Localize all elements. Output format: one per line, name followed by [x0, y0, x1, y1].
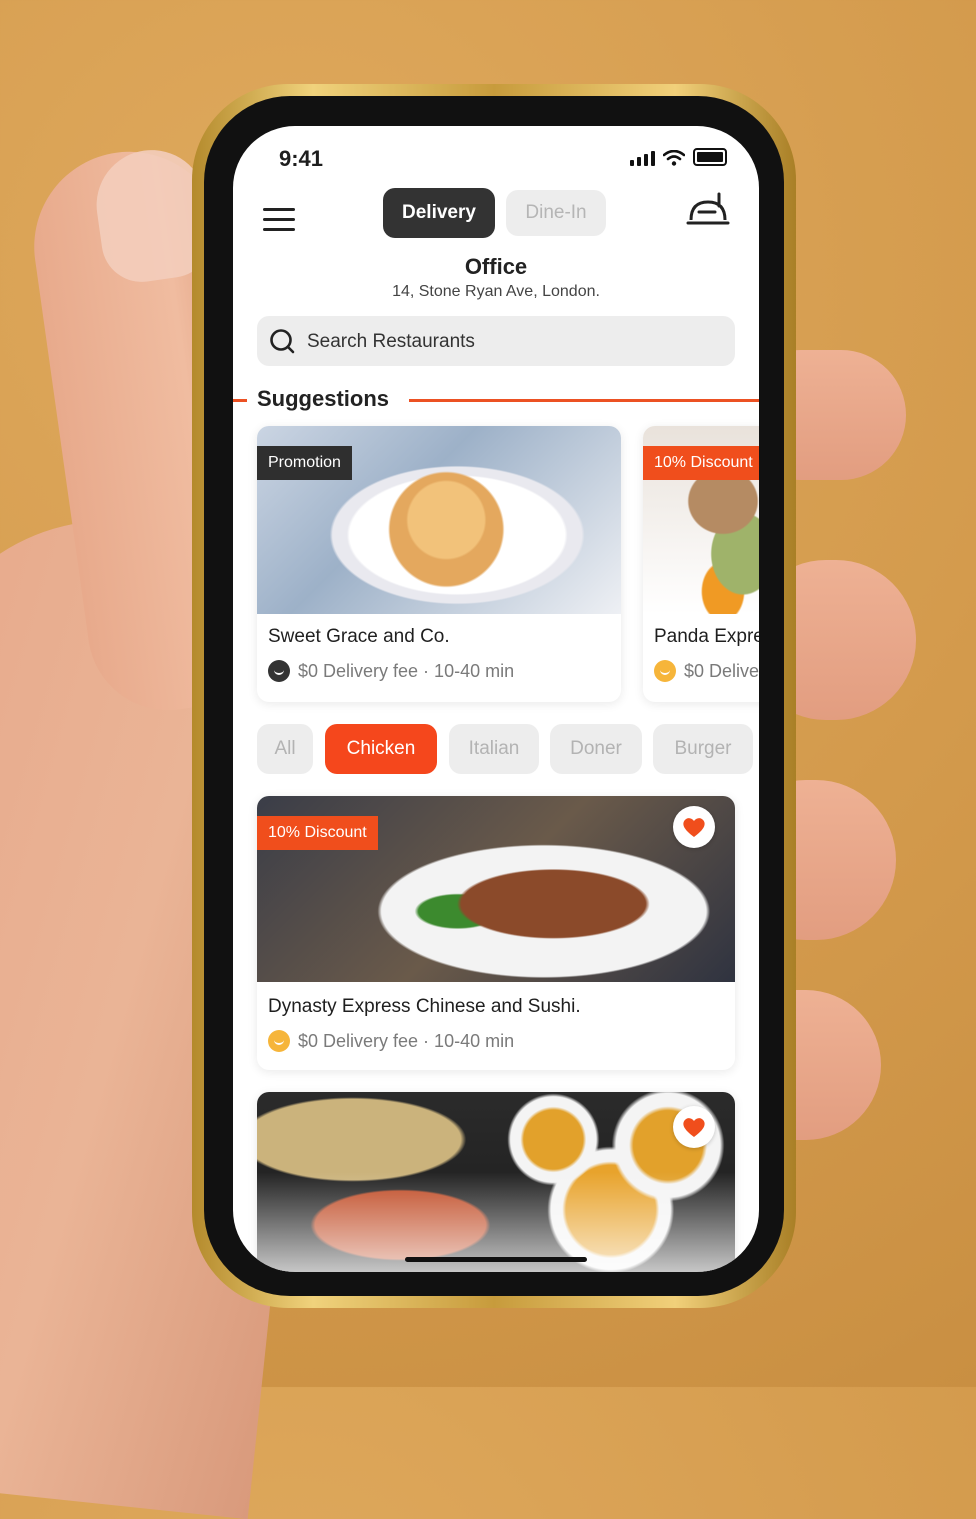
category-chip-chicken[interactable]: Chicken	[325, 724, 437, 774]
tab-delivery[interactable]: Delivery	[383, 188, 495, 238]
section-divider	[233, 399, 247, 402]
restaurant-name: Panda Express	[654, 626, 759, 647]
tray-icon[interactable]	[685, 188, 731, 234]
promo-badge: Promotion	[257, 446, 352, 480]
restaurant-card[interactable]	[257, 1092, 735, 1272]
delivery-info: $0 Delivery fee · 10-40 min	[268, 1030, 514, 1052]
coin-icon	[268, 660, 290, 682]
tab-dine-in[interactable]: Dine-In	[506, 190, 606, 236]
category-chip-all[interactable]: All	[257, 724, 313, 774]
delivery-info: $0 Delivery fee · 10-40 min	[654, 660, 759, 682]
home-indicator[interactable]	[405, 1257, 587, 1262]
category-chip-doner[interactable]: Doner	[550, 724, 642, 774]
favorite-button[interactable]	[673, 806, 715, 848]
discount-badge: 10% Discount	[257, 816, 378, 850]
signal-icon	[630, 151, 655, 166]
phone-screen: 9:41 Delivery Dine-In Office 14, Stone R…	[233, 126, 759, 1272]
heart-icon	[683, 818, 705, 837]
coin-icon	[654, 660, 676, 682]
menu-icon[interactable]	[263, 208, 295, 232]
category-chip-burger[interactable]: Burger	[653, 724, 753, 774]
discount-badge: 10% Discount	[643, 446, 759, 480]
delivery-text: $0 Delivery fee · 10-40 min	[298, 660, 515, 681]
section-divider	[409, 399, 759, 402]
search-input[interactable]	[305, 316, 709, 368]
heart-icon	[683, 1118, 705, 1137]
suggestion-card[interactable]: Promotion Sweet Grace and Co. $0 Deliver…	[257, 426, 621, 702]
battery-icon	[693, 148, 727, 166]
restaurant-card[interactable]: 10% Discount Dynasty Express Chinese and…	[257, 796, 735, 1070]
coin-icon	[268, 1030, 290, 1052]
suggestion-card[interactable]: 10% Discount Panda Express $0 Delivery f…	[643, 426, 759, 702]
section-title-suggestions: Suggestions	[257, 386, 390, 411]
status-time: 9:41	[279, 146, 324, 171]
restaurant-name: Sweet Grace and Co.	[268, 626, 450, 647]
search-bar[interactable]	[257, 316, 735, 368]
wifi-icon	[663, 150, 685, 166]
category-chip-italian[interactable]: Italian	[449, 724, 539, 774]
restaurant-name: Dynasty Express Chinese and Sushi.	[268, 996, 581, 1017]
status-icons	[630, 148, 727, 166]
location-address: 14, Stone Ryan Ave, London.	[392, 283, 600, 300]
favorite-button[interactable]	[673, 1106, 715, 1148]
delivery-text: $0 Delivery fee · 10-40 min	[298, 1030, 515, 1051]
delivery-info: $0 Delivery fee · 10-40 min	[268, 660, 514, 682]
location-title[interactable]: Office	[233, 254, 759, 280]
search-icon	[270, 329, 295, 354]
delivery-text: $0 Delivery fee · 10-40 min	[684, 660, 759, 681]
